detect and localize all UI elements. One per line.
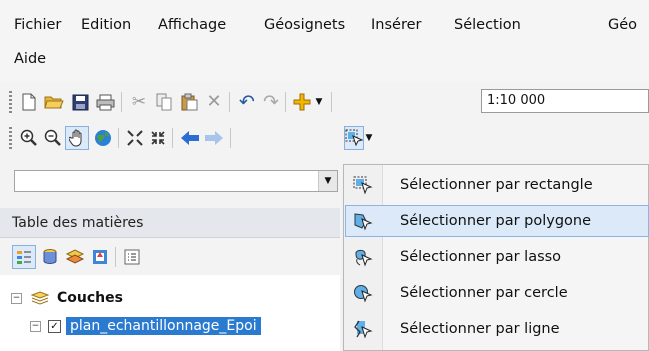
add-data-dropdown-chevron-icon[interactable]: ▼ bbox=[312, 90, 326, 114]
menu-bar: Fichier Edition Affichage Géosignets Ins… bbox=[0, 0, 649, 82]
separator bbox=[229, 92, 230, 112]
tree-group-row[interactable]: − Couches bbox=[11, 287, 123, 309]
select-tool-dropdown-chevron-icon[interactable]: ▼ bbox=[362, 126, 376, 150]
list-by-selection-icon[interactable] bbox=[88, 245, 112, 269]
menu-item-label: Sélectionner par cercle bbox=[400, 285, 568, 301]
separator bbox=[115, 247, 116, 267]
menu-item-label: Sélectionner par ligne bbox=[400, 321, 560, 337]
select-tool-dropdown-menu: Sélectionner par rectangle Sélectionner … bbox=[343, 164, 649, 351]
toolbar-grip[interactable] bbox=[9, 91, 12, 113]
delete-icon[interactable]: ✕ bbox=[202, 90, 226, 114]
selected-layer-label[interactable]: plan_echantillonnage_Epoi bbox=[66, 317, 261, 335]
separator bbox=[121, 92, 122, 112]
menu-inserer[interactable]: Insérer bbox=[371, 17, 421, 33]
add-data-icon[interactable] bbox=[290, 90, 314, 114]
select-lasso-icon bbox=[346, 247, 380, 267]
menu-item-select-by-circle[interactable]: Sélectionner par cercle bbox=[346, 278, 648, 308]
zoom-in-icon[interactable] bbox=[17, 126, 41, 150]
select-polygon-icon bbox=[346, 211, 380, 231]
print-icon[interactable] bbox=[93, 90, 117, 114]
select-rectangle-icon bbox=[346, 175, 380, 195]
tools-toolbar: ▼ bbox=[0, 120, 649, 156]
list-by-drawing-order-icon[interactable] bbox=[12, 245, 36, 269]
paste-icon[interactable] bbox=[177, 90, 201, 114]
separator bbox=[230, 128, 231, 148]
menu-item-label: Sélectionner par polygone bbox=[400, 213, 592, 229]
menu-affichage[interactable]: Affichage bbox=[158, 17, 226, 33]
back-extent-arrow-icon[interactable] bbox=[178, 126, 202, 150]
standard-toolbar: ✂ ✕ ↶ ↷ ▼ 1:10 000 bbox=[0, 84, 649, 120]
fixed-zoom-out-icon[interactable] bbox=[146, 126, 170, 150]
full-extent-globe-icon[interactable] bbox=[91, 126, 115, 150]
menu-item-select-by-polygon[interactable]: Sélectionner par polygone bbox=[345, 205, 649, 237]
toc-title: Table des matières bbox=[0, 208, 340, 238]
fixed-zoom-in-icon[interactable] bbox=[123, 126, 147, 150]
layer-visibility-checkbox[interactable]: ✓ bbox=[48, 319, 61, 333]
select-features-tool-icon[interactable] bbox=[344, 126, 364, 150]
separator bbox=[285, 92, 286, 112]
menu-item-label: Sélectionner par rectangle bbox=[400, 177, 593, 193]
menu-item-select-by-rectangle[interactable]: Sélectionner par rectangle bbox=[346, 170, 648, 200]
select-line-icon bbox=[346, 319, 380, 339]
redo-icon[interactable]: ↷ bbox=[259, 90, 283, 114]
menu-geotraitement[interactable]: Géo bbox=[608, 17, 637, 33]
menu-fichier[interactable]: Fichier bbox=[14, 17, 61, 33]
menu-item-select-by-lasso[interactable]: Sélectionner par lasso bbox=[346, 242, 648, 272]
separator bbox=[172, 128, 173, 148]
pan-hand-icon[interactable] bbox=[65, 126, 89, 150]
list-by-visibility-icon[interactable] bbox=[63, 245, 87, 269]
separator bbox=[331, 92, 332, 112]
tree-layer-row[interactable]: − ✓ plan_echantillonnage_Epoi bbox=[30, 315, 261, 337]
toolbar-grip[interactable] bbox=[9, 127, 12, 149]
cut-icon[interactable]: ✂ bbox=[127, 90, 151, 114]
separator bbox=[118, 128, 119, 148]
target-layer-combobox[interactable]: ▼ bbox=[14, 170, 338, 192]
open-folder-icon[interactable] bbox=[42, 90, 66, 114]
collapse-icon[interactable]: − bbox=[11, 292, 22, 304]
menu-edition[interactable]: Edition bbox=[81, 17, 131, 33]
combo-chevron-down-icon[interactable]: ▼ bbox=[318, 171, 337, 191]
zoom-out-icon[interactable] bbox=[41, 126, 65, 150]
toc-options-icon[interactable] bbox=[120, 245, 144, 269]
copy-icon[interactable] bbox=[152, 90, 176, 114]
undo-icon[interactable]: ↶ bbox=[235, 90, 259, 114]
toc-tree: − Couches − ✓ plan_echantillonnage_Epoi bbox=[0, 275, 340, 351]
list-by-source-icon[interactable] bbox=[38, 245, 62, 269]
select-circle-icon bbox=[346, 283, 380, 303]
forward-extent-arrow-icon[interactable] bbox=[202, 126, 226, 150]
layers-group-icon bbox=[30, 290, 50, 306]
map-scale-value: 1:10 000 bbox=[487, 93, 546, 108]
menu-item-select-by-line[interactable]: Sélectionner par ligne bbox=[346, 314, 648, 344]
new-document-icon[interactable] bbox=[17, 90, 41, 114]
save-icon[interactable] bbox=[68, 90, 92, 114]
menu-selection[interactable]: Sélection bbox=[454, 17, 521, 33]
toc-toolbar bbox=[0, 239, 340, 275]
menu-geosignets[interactable]: Géosignets bbox=[264, 17, 345, 33]
collapse-icon[interactable]: − bbox=[30, 320, 41, 332]
menu-item-label: Sélectionner par lasso bbox=[400, 249, 562, 265]
layers-group-label: Couches bbox=[57, 290, 123, 306]
menu-aide[interactable]: Aide bbox=[14, 51, 46, 67]
map-scale-combobox[interactable]: 1:10 000 bbox=[481, 89, 649, 113]
